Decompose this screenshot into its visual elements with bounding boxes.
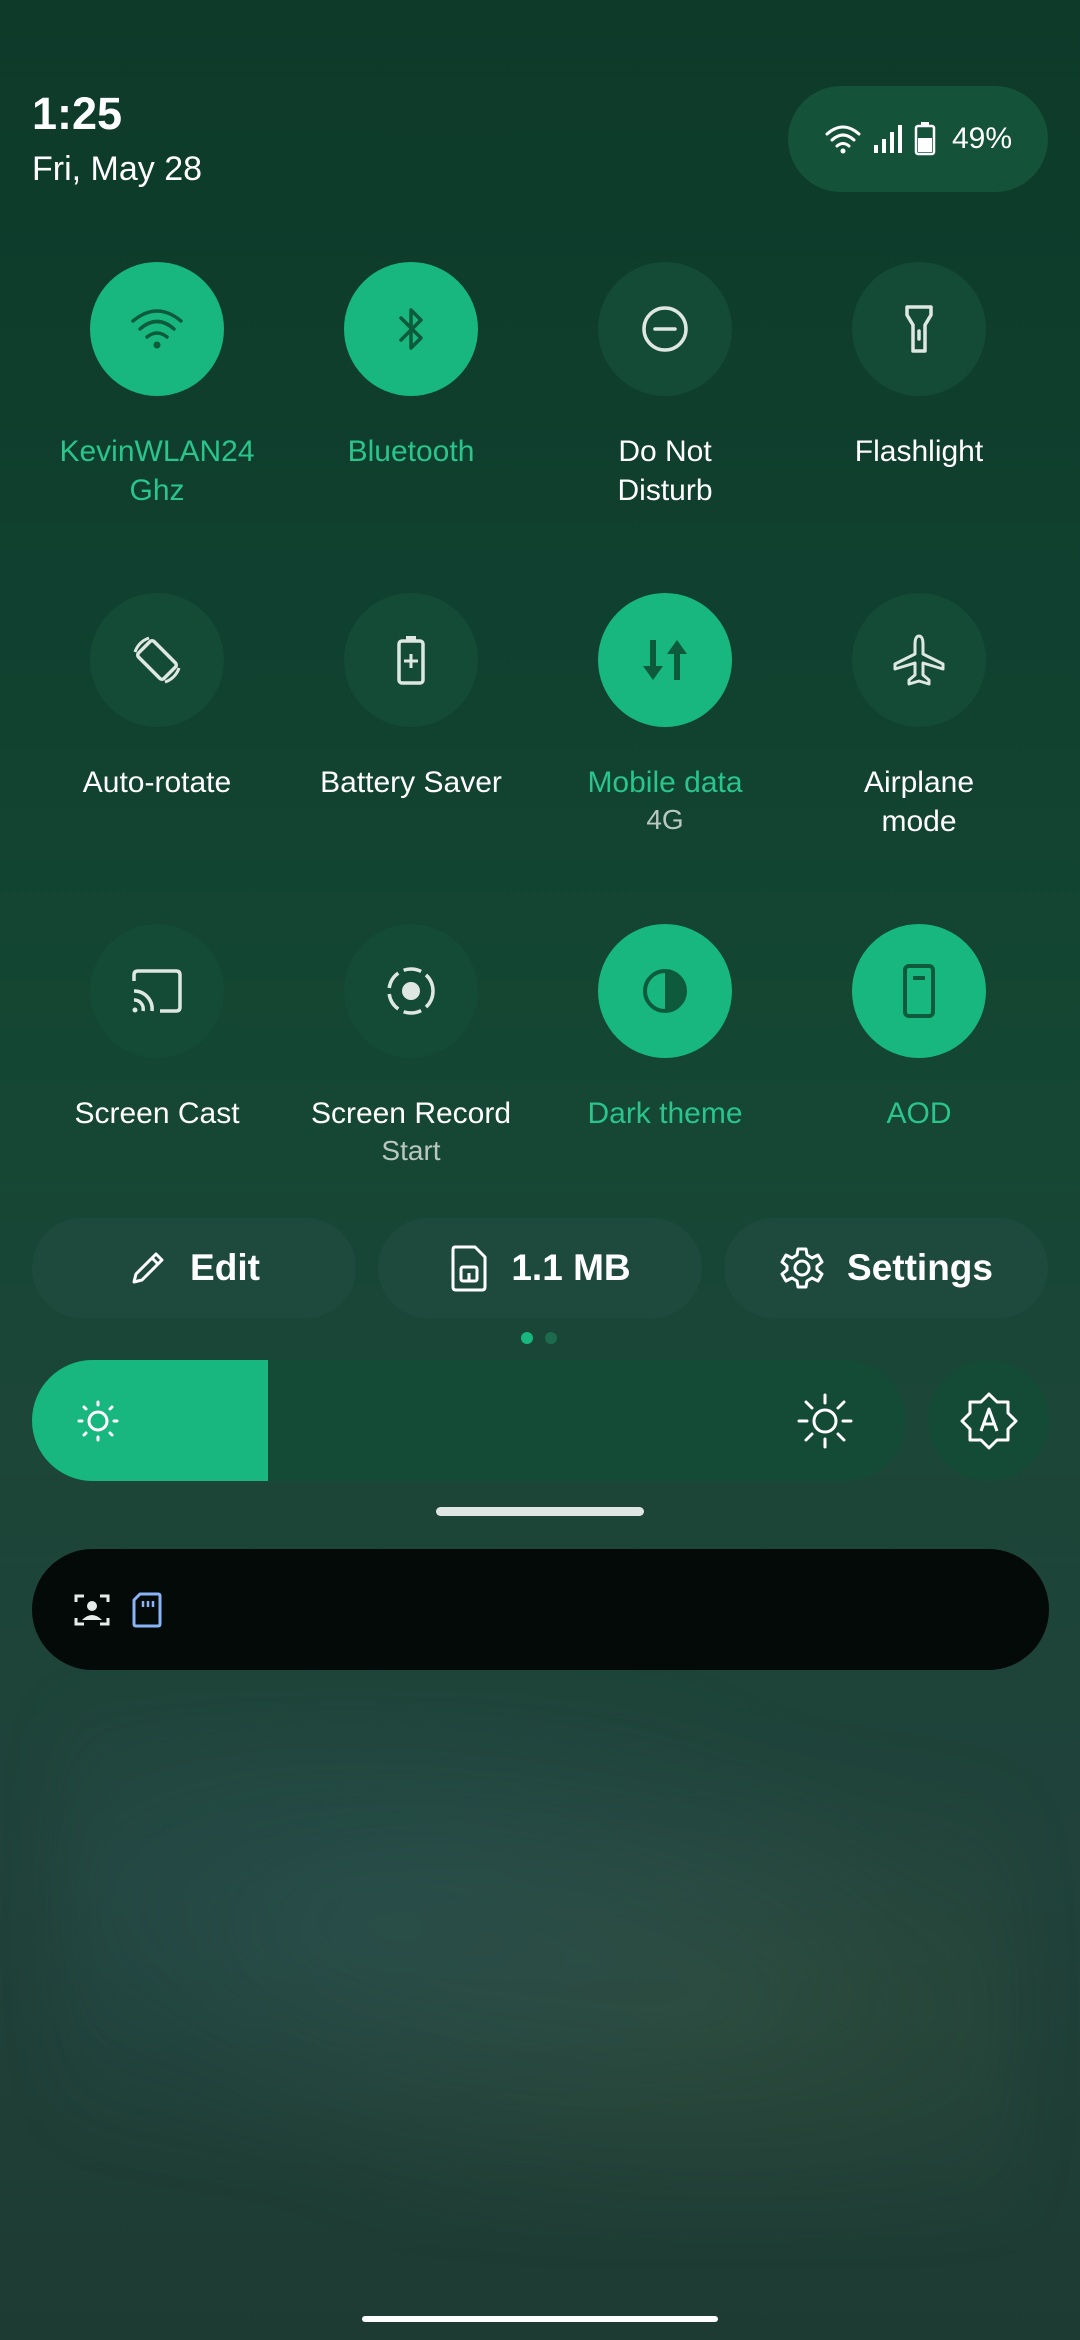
tile-flashlight-label: Flashlight	[854, 435, 984, 468]
auto-brightness-button[interactable]	[928, 1360, 1049, 1481]
battery-icon	[914, 122, 936, 156]
date: Fri, May 28	[32, 150, 203, 188]
tile-bluetooth-button[interactable]	[344, 262, 478, 396]
brightness-low-icon	[77, 1400, 119, 1442]
tile-mobile-data-label: Mobile data	[587, 766, 743, 799]
tile-dark-theme-button[interactable]	[598, 924, 732, 1058]
tile-screen-record-label: Screen Record	[310, 1097, 512, 1130]
mobile-data-icon	[643, 640, 687, 680]
bluetooth-icon	[399, 308, 423, 350]
screen-cast-icon	[132, 969, 182, 1013]
tile-aod-button[interactable]	[852, 924, 986, 1058]
screen-record-icon	[387, 967, 435, 1015]
wifi-status-icon	[824, 123, 862, 155]
flashlight-icon	[905, 305, 933, 353]
aod-icon	[903, 964, 935, 1018]
edit-button[interactable]: Edit	[32, 1218, 356, 1318]
tile-aod[interactable]: AOD	[792, 924, 1046, 1133]
sd-card-icon	[132, 1592, 162, 1627]
signal-icon	[872, 123, 904, 155]
page-dot-2	[545, 1332, 557, 1344]
tile-airplane-button[interactable]	[852, 593, 986, 727]
tile-auto-rotate-button[interactable]	[90, 593, 224, 727]
tile-battery-saver-label: Battery Saver	[320, 766, 502, 799]
tile-flashlight-button[interactable]	[852, 262, 986, 396]
tile-battery-saver-button[interactable]	[344, 593, 478, 727]
tile-screen-cast-label: Screen Cast	[74, 1097, 240, 1130]
tile-dark-theme-label: Dark theme	[587, 1097, 743, 1130]
tile-screen-cast-button[interactable]	[90, 924, 224, 1058]
brightness-fill	[32, 1360, 268, 1481]
tile-flashlight[interactable]: Flashlight	[792, 262, 1046, 471]
wallpaper-blur	[60, 1700, 1020, 2220]
drag-handle[interactable]	[436, 1507, 644, 1516]
notification-strip[interactable]	[32, 1549, 1049, 1670]
auto-rotate-icon	[133, 636, 181, 684]
brightness-slider[interactable]	[32, 1360, 906, 1481]
edit-button-label: Edit	[190, 1247, 260, 1288]
tile-do-not-disturb[interactable]: Do Not Disturb	[538, 262, 792, 510]
gesture-nav-bar[interactable]	[362, 2316, 718, 2322]
do-not-disturb-icon	[642, 306, 688, 352]
tile-bluetooth-label: Bluetooth	[347, 435, 475, 468]
tile-screen-record-status: Start	[381, 1135, 441, 1166]
airplane-icon	[893, 634, 945, 686]
sim-card-icon	[451, 1245, 487, 1292]
tile-airplane-label: Airplane mode	[863, 766, 975, 838]
dark-theme-icon	[643, 969, 687, 1013]
page-dot-1	[521, 1332, 533, 1344]
tile-wifi[interactable]: KevinWLAN24 Ghz	[30, 262, 284, 510]
brightness-high-icon	[797, 1393, 853, 1449]
data-usage-label: 1.1 MB	[511, 1247, 631, 1288]
pencil-icon	[132, 1252, 164, 1284]
tile-dark-theme[interactable]: Dark theme	[538, 924, 792, 1133]
tile-dnd-label: Do Not Disturb	[617, 435, 713, 507]
tile-screen-record-button[interactable]	[344, 924, 478, 1058]
tile-aod-label: AOD	[886, 1097, 952, 1130]
settings-button-label: Settings	[847, 1247, 993, 1288]
tile-screen-record[interactable]: Screen Record Start	[284, 924, 538, 1167]
tile-wifi-button[interactable]	[90, 262, 224, 396]
tile-wifi-label: KevinWLAN24 Ghz	[59, 435, 255, 507]
wifi-icon	[131, 309, 183, 349]
tile-auto-rotate[interactable]: Auto-rotate	[30, 593, 284, 802]
face-scan-icon	[74, 1594, 110, 1625]
gear-icon	[780, 1247, 824, 1289]
page-indicator	[521, 1332, 557, 1344]
auto-brightness-icon	[960, 1392, 1017, 1449]
tile-mobile-data-status: 4G	[646, 804, 684, 835]
data-usage-button[interactable]: 1.1 MB	[378, 1218, 702, 1318]
tile-bluetooth[interactable]: Bluetooth	[284, 262, 538, 471]
tile-mobile-data-button[interactable]	[598, 593, 732, 727]
status-pill[interactable]: 49%	[788, 86, 1048, 192]
tile-dnd-button[interactable]	[598, 262, 732, 396]
clock[interactable]: 1:25	[32, 88, 122, 140]
tile-auto-rotate-label: Auto-rotate	[82, 766, 232, 799]
tile-mobile-data[interactable]: Mobile data 4G	[538, 593, 792, 836]
battery-percent: 49%	[951, 122, 1013, 155]
settings-button[interactable]: Settings	[724, 1218, 1048, 1318]
tile-screen-cast[interactable]: Screen Cast	[30, 924, 284, 1133]
battery-saver-icon	[397, 636, 425, 685]
tile-airplane-mode[interactable]: Airplane mode	[792, 593, 1046, 841]
tile-battery-saver[interactable]: Battery Saver	[284, 593, 538, 802]
